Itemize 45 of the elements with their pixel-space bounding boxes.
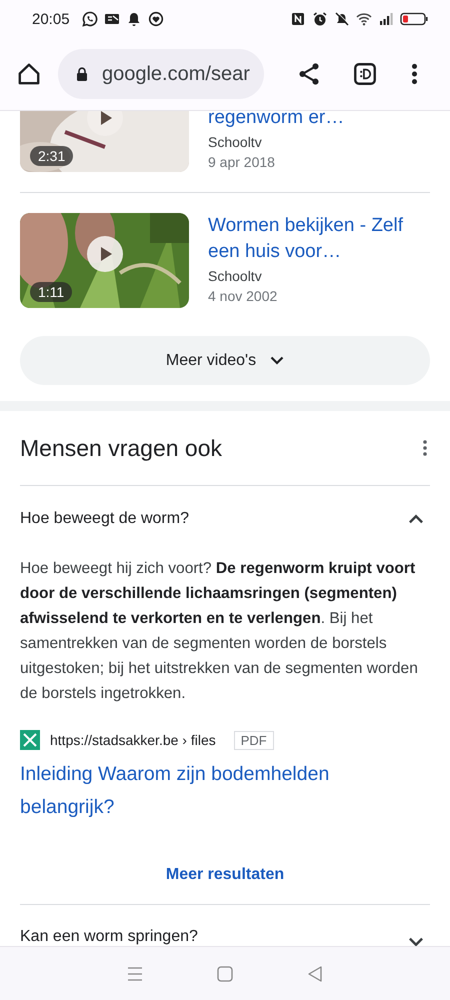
bell-icon [126, 11, 142, 27]
question-row[interactable]: Hoe beweegt de worm? [20, 486, 430, 552]
home-button-icon[interactable] [217, 966, 233, 982]
video-source: Schooltv [208, 134, 263, 150]
more-videos-button[interactable]: Meer video's [20, 336, 430, 385]
address-bar[interactable]: google.com/sear [58, 49, 264, 99]
source-url: https://stadsakker.be › files [50, 732, 216, 748]
answer-text: Hoe beweegt hij zich voort? De regenworm kruipt voort door de verschillende lichaamsringen (segmenten) afwisselend te verkorten en te verlengen. Bij het samentrekken van de segmenten worden de borstels uitgestoken; bij het uitstrekken van de segmenten worden de borstels ingetrokken. [20, 559, 419, 704]
more-options-icon[interactable] [422, 439, 428, 457]
more-options-icon[interactable] [410, 61, 419, 87]
menu-icon[interactable] [127, 966, 143, 982]
video-thumbnail[interactable]: 2:31 [20, 111, 189, 172]
section-heading: Mensen vragen ook [20, 434, 222, 462]
alarm-icon [312, 11, 328, 27]
result-link[interactable]: Inleiding Waarom zijn bodemhelden belangrijk? [20, 758, 360, 824]
status-time: 20:05 [32, 10, 70, 28]
video-date: 9 apr 2018 [208, 154, 276, 170]
file-type-tag: PDF [234, 730, 274, 750]
home-icon[interactable] [16, 61, 42, 87]
video-date: 4 nov 2002 [208, 288, 278, 304]
whatsapp-icon [82, 11, 98, 27]
chevron-down-icon [408, 937, 424, 946]
muted-bell-icon [334, 11, 350, 27]
url-text: google.com/sear [102, 62, 250, 86]
battery-icon [400, 12, 428, 26]
signal-icon [378, 11, 394, 27]
video-title[interactable]: regenworm er… [208, 111, 344, 131]
video-title[interactable]: Wormen bekijken - Zelf een huis voor… [208, 213, 430, 265]
wifi-icon [356, 11, 372, 27]
back-icon[interactable] [307, 966, 323, 982]
nfc-icon [290, 11, 306, 27]
play-icon[interactable] [87, 236, 123, 272]
video-duration: 1:11 [30, 282, 72, 302]
question-row[interactable]: Kan een worm springen? [20, 905, 430, 946]
lock-icon [76, 67, 88, 81]
more-results-link[interactable]: Meer resultaten [166, 866, 284, 884]
chevron-down-icon [270, 356, 284, 365]
video-thumbnail[interactable]: 1:11 [20, 213, 189, 308]
message-icon [104, 11, 120, 27]
video-source: Schooltv [208, 268, 263, 284]
tab-switcher-icon[interactable] [352, 61, 378, 87]
site-favicon-icon [20, 730, 40, 750]
video-duration: 2:31 [30, 146, 74, 166]
heart-chat-icon [148, 11, 164, 27]
chevron-up-icon [408, 514, 424, 524]
